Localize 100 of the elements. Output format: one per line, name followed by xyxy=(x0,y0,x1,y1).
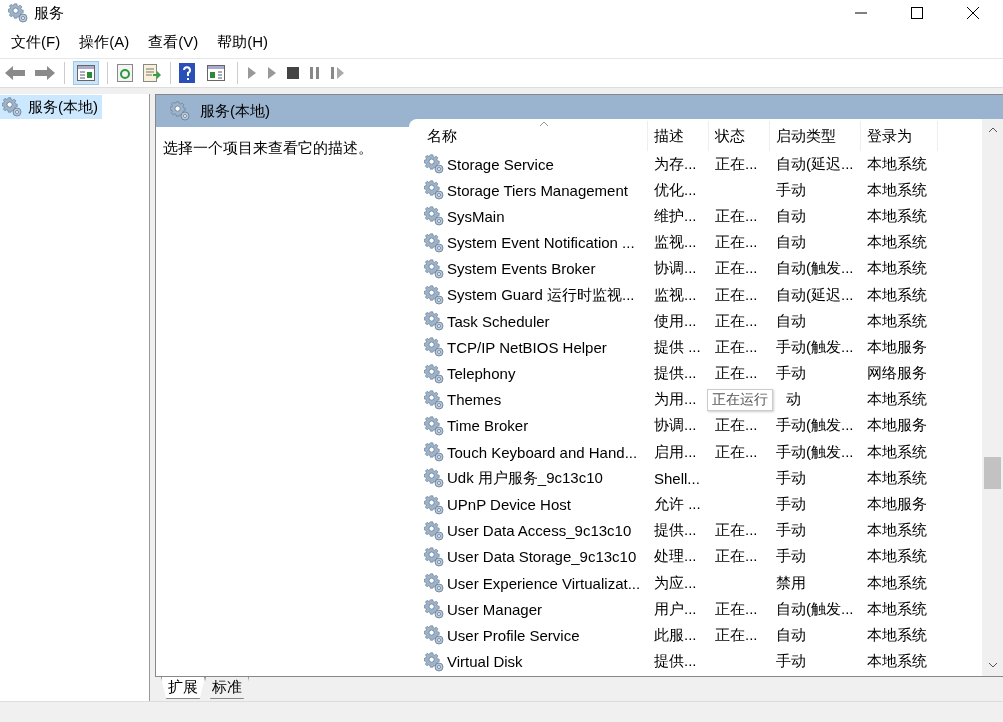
table-cell: 正在... xyxy=(715,206,758,224)
table-cell: 禁用 xyxy=(776,573,806,591)
service-name[interactable]: TCP/IP NetBIOS Helper xyxy=(447,338,607,356)
table-cell: 本地系统 xyxy=(867,390,927,408)
service-name[interactable]: Udk 用户服务_9c13c10 xyxy=(447,468,603,488)
table-cell: 自动(触发... xyxy=(776,599,854,617)
table-cell: 提供... xyxy=(654,652,697,670)
service-name[interactable]: User Data Access_9c13c10 xyxy=(447,522,632,540)
menu-item[interactable]: 操作(A) xyxy=(79,32,130,52)
service-name[interactable]: Time Broker xyxy=(447,417,529,435)
window-title: 服务 xyxy=(34,3,64,23)
table-cell: 本地系统 xyxy=(867,233,927,251)
table-cell: 手动 xyxy=(776,521,806,539)
gear-icon xyxy=(424,232,444,253)
table-cell: 本地系统 xyxy=(867,573,927,591)
back-arrow-icon[interactable] xyxy=(4,65,26,81)
panel-title: 服务(本地) xyxy=(200,101,270,121)
service-name[interactable]: User Profile Service xyxy=(447,626,580,644)
service-name[interactable]: System Guard 运行时监视... xyxy=(447,285,635,305)
table-cell: 正在... xyxy=(715,442,758,460)
show-hide-tree-button[interactable] xyxy=(73,61,99,85)
column-header[interactable]: 描述 xyxy=(648,121,709,151)
table-cell: 自动 xyxy=(776,233,806,251)
gear-icon xyxy=(424,546,444,567)
service-name[interactable]: User Experience Virtualizat... xyxy=(447,574,641,592)
export-list-icon[interactable] xyxy=(142,64,162,82)
scroll-up-icon[interactable] xyxy=(987,127,998,133)
service-name[interactable]: Task Scheduler xyxy=(447,312,550,330)
table-cell: 本地系统 xyxy=(867,625,927,643)
table-cell: 为存... xyxy=(654,154,697,172)
service-name[interactable]: Telephony xyxy=(447,365,516,383)
gear-icon xyxy=(424,468,444,489)
help-icon[interactable] xyxy=(179,63,195,83)
table-cell: 手动 xyxy=(776,495,806,513)
service-name[interactable]: Themes xyxy=(447,391,502,409)
tab[interactable]: 标准 xyxy=(205,677,249,699)
table-cell: 自动(延迟... xyxy=(776,285,854,303)
service-name[interactable]: System Events Broker xyxy=(447,260,596,278)
service-name[interactable]: User Manager xyxy=(447,600,543,618)
table-cell: 本地系统 xyxy=(867,285,927,303)
table-cell: 提供... xyxy=(654,521,697,539)
service-name[interactable]: Virtual Disk xyxy=(447,653,523,671)
gear-icon xyxy=(424,389,444,410)
table-cell: 手动(触发... xyxy=(776,337,854,355)
tree-item[interactable]: 服务(本地) xyxy=(0,95,102,119)
table-cell: 本地系统 xyxy=(867,652,927,670)
service-name[interactable]: Storage Service xyxy=(447,155,554,173)
table-cell: 本地系统 xyxy=(867,206,927,224)
table-cell: 为应... xyxy=(654,573,697,591)
menu-item[interactable]: 帮助(H) xyxy=(217,32,268,52)
scroll-down-icon[interactable] xyxy=(987,662,998,668)
table-cell: 自动(触发... xyxy=(776,259,854,277)
service-name[interactable]: User Data Storage_9c13c10 xyxy=(447,548,637,566)
resume-icon[interactable] xyxy=(330,66,346,80)
column-header[interactable]: 名称 xyxy=(421,121,648,151)
maximize-icon[interactable] xyxy=(911,7,923,19)
table-cell: 本地系统 xyxy=(867,599,927,617)
gear-icon xyxy=(424,651,444,672)
menu-item[interactable]: 文件(F) xyxy=(11,32,61,52)
service-name[interactable]: Storage Tiers Management xyxy=(447,181,628,199)
menu-item[interactable]: 查看(V) xyxy=(148,32,199,52)
table-cell: 提供... xyxy=(654,364,697,382)
pause-icon[interactable] xyxy=(308,66,322,80)
column-header[interactable]: 启动类型 xyxy=(770,121,861,151)
scrollbar-thumb[interactable] xyxy=(984,457,1001,489)
service-name[interactable]: Touch Keyboard and Hand... xyxy=(447,443,638,461)
table-cell: 本地系统 xyxy=(867,154,927,172)
table-cell: 本地系统 xyxy=(867,180,927,198)
table-cell: 正在... xyxy=(715,233,758,251)
stop-icon[interactable] xyxy=(286,66,300,80)
scrollbar[interactable] xyxy=(982,119,1003,676)
table-cell: 本地系统 xyxy=(867,442,927,460)
close-icon[interactable] xyxy=(967,7,979,19)
table-cell: 用户... xyxy=(654,599,697,617)
table-cell: 正在... xyxy=(715,311,758,329)
tooltip: 正在运行 xyxy=(707,388,773,411)
table-cell: 本地服务 xyxy=(867,337,927,355)
gear-icon xyxy=(170,101,190,121)
gear-icon xyxy=(424,520,444,541)
gear-icon xyxy=(424,154,444,175)
table-cell: 动 xyxy=(786,390,801,408)
table-cell: 本地系统 xyxy=(867,468,927,486)
gear-icon xyxy=(8,3,28,23)
service-name[interactable]: UPnP Device Host xyxy=(447,496,571,514)
table-cell: 网络服务 xyxy=(867,364,927,382)
table-cell: 正在... xyxy=(715,547,758,565)
column-header[interactable]: 状态 xyxy=(709,121,770,151)
table-cell: 本地系统 xyxy=(867,259,927,277)
table-cell: 维护... xyxy=(654,206,697,224)
refresh-icon[interactable] xyxy=(116,64,134,82)
service-name[interactable]: SysMain xyxy=(447,207,505,225)
table-cell: 协调... xyxy=(654,416,697,434)
column-header[interactable]: 登录为 xyxy=(861,121,938,151)
play-icon[interactable] xyxy=(266,66,278,80)
play-icon[interactable] xyxy=(246,66,258,80)
service-name[interactable]: System Event Notification ... xyxy=(447,234,635,252)
forward-arrow-icon[interactable] xyxy=(34,65,56,81)
gear-icon xyxy=(424,363,444,384)
table-cell: 自动 xyxy=(776,311,806,329)
tab[interactable]: 扩展 xyxy=(161,677,205,699)
